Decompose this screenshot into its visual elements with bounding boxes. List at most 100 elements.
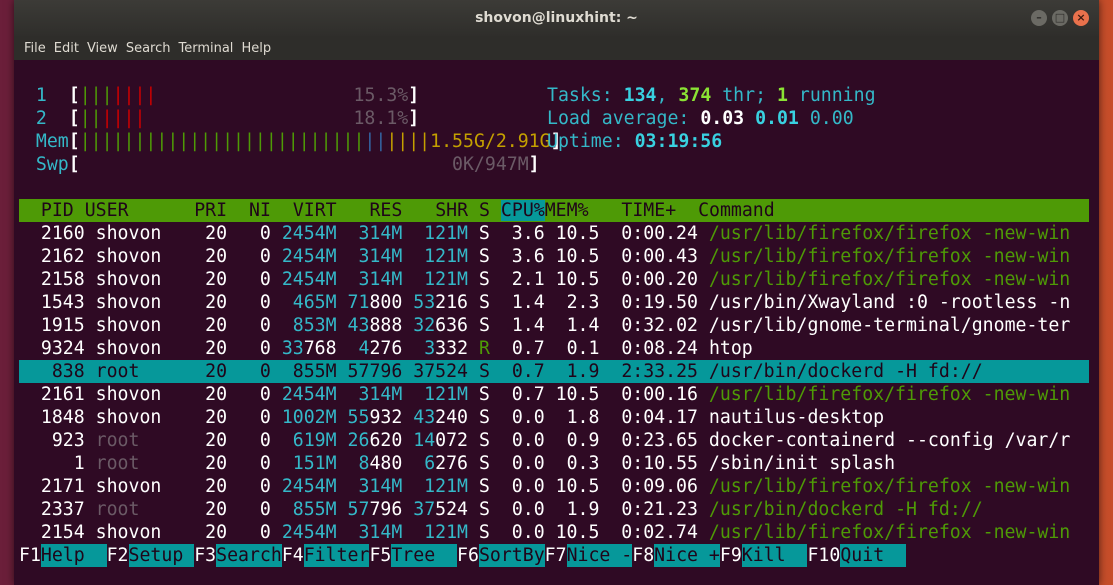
col-virt[interactable]: VIRT <box>293 200 337 221</box>
col-user[interactable]: USER <box>85 200 129 221</box>
cell-mem: 1.4 <box>544 315 600 336</box>
cell-shr: 121M <box>402 223 468 244</box>
cell-state: S <box>468 407 490 428</box>
cell-time: 0:08.24 <box>599 338 698 359</box>
fkey-f6[interactable]: F6 <box>457 544 479 567</box>
table-row[interactable]: 2171 shovon 20 0 2454M 314M 121M S 0.0 1… <box>19 475 1089 498</box>
fkey-label-f10[interactable]: Quit <box>840 544 907 567</box>
menu-bar: File Edit View Search Terminal Help <box>14 36 1099 60</box>
cell-pid: 838 <box>19 361 85 382</box>
cell-state: S <box>467 384 490 405</box>
cell-state: S <box>468 361 490 382</box>
cpu1-bars-user: ||| <box>79 85 113 106</box>
fkey-f9[interactable]: F9 <box>720 544 742 567</box>
cell-cpu: 0.0 <box>489 476 545 497</box>
cell-state: S <box>467 476 490 497</box>
table-row[interactable]: 2162 shovon 20 0 2454M 314M 121M S 3.6 1… <box>19 245 1089 268</box>
cell-shr-k: 37 <box>402 361 436 382</box>
cell-res-k: 57 <box>336 499 370 520</box>
cell-mem: 0.9 <box>544 430 600 451</box>
col-state[interactable]: S <box>479 200 490 221</box>
table-row[interactable]: 9324 shovon 20 0 33768 4276 3332 R 0.7 0… <box>19 337 1089 360</box>
cell-shr-k: 6 <box>402 453 436 474</box>
cell-cpu: 0.0 <box>489 522 545 543</box>
fkey-f5[interactable]: F5 <box>369 544 391 567</box>
cell-user: shovon <box>84 315 195 336</box>
fkey-label-f3[interactable]: Search <box>216 544 282 567</box>
menu-file[interactable]: File <box>24 41 54 56</box>
col-command[interactable]: Command <box>698 200 775 221</box>
maximize-icon[interactable]: □ <box>1052 10 1068 26</box>
cell-state: R <box>468 338 490 359</box>
menu-search[interactable]: Search <box>126 41 179 56</box>
tasks-count: 134 <box>623 85 657 106</box>
fkey-f10[interactable]: F10 <box>807 544 840 567</box>
table-row[interactable]: 2161 shovon 20 0 2454M 314M 121M S 0.7 1… <box>19 383 1089 406</box>
fkey-label-f4[interactable]: Filter <box>303 544 370 567</box>
terminal-area[interactable]: 1 [||||||| 15.3%] 2 [|||||| 18.1%] Mem[|… <box>14 60 1099 585</box>
table-row[interactable]: 1 root 20 0 151M 8480 6276 S 0.0 0.3 0:1… <box>19 452 1089 475</box>
cell-shr-k: 37 <box>402 499 436 520</box>
col-mem[interactable]: MEM% <box>545 200 589 221</box>
fkey-f4[interactable]: F4 <box>282 544 304 567</box>
fkey-label-f9[interactable]: Kill <box>741 544 808 567</box>
table-row[interactable]: 1915 shovon 20 0 853M 43888 32636 S 1.4 … <box>19 314 1089 337</box>
cell-virt: 465M <box>270 292 337 313</box>
col-ni[interactable]: NI <box>249 200 271 221</box>
fkey-label-f6[interactable]: SortBy <box>478 544 545 567</box>
table-row[interactable]: 2154 shovon 20 0 2454M 314M 121M S 0.0 1… <box>19 521 1089 544</box>
col-res[interactable]: RES <box>369 200 402 221</box>
cell-ni: 0 <box>227 499 271 520</box>
cell-res: 314M <box>336 246 403 267</box>
cell-ni: 0 <box>227 223 271 244</box>
cell-pid: 9324 <box>19 338 85 359</box>
cpu2-percent: 18.1% <box>353 108 409 129</box>
cell-command: /usr/lib/firefox/firefox -new-win <box>697 384 1071 405</box>
menu-terminal[interactable]: Terminal <box>178 41 241 56</box>
close-icon[interactable]: × <box>1073 10 1089 26</box>
fkey-f1[interactable]: F1 <box>19 544 41 567</box>
cell-mem: 10.5 <box>544 246 600 267</box>
load-5min: 0.01 <box>755 108 799 129</box>
fkey-label-f1[interactable]: Help <box>40 544 107 567</box>
fkey-f7[interactable]: F7 <box>545 544 567 567</box>
cell-shr: 121M <box>402 246 468 267</box>
col-pri[interactable]: PRI <box>194 200 227 221</box>
cell-virt: 855M <box>270 361 337 382</box>
fkey-f3[interactable]: F3 <box>194 544 216 567</box>
col-time[interactable]: TIME+ <box>621 200 676 221</box>
fkey-label-f2[interactable]: Setup <box>128 544 195 567</box>
uptime-label: Uptime: <box>547 131 635 152</box>
cell-pri: 20 <box>194 522 228 543</box>
menu-edit[interactable]: Edit <box>54 41 87 56</box>
cell-pid: 923 <box>19 430 85 451</box>
table-row[interactable]: 2160 shovon 20 0 2454M 314M 121M S 3.6 1… <box>19 222 1089 245</box>
table-row[interactable]: 1543 shovon 20 0 465M 71800 53216 S 1.4 … <box>19 291 1089 314</box>
cell-res-k: 71 <box>336 292 370 313</box>
cell-shr-k: 14 <box>402 430 436 451</box>
table-row[interactable]: 1848 shovon 20 0 1002M 55932 43240 S 0.0… <box>19 406 1089 429</box>
table-row[interactable]: 2158 shovon 20 0 2454M 314M 121M S 2.1 1… <box>19 268 1089 291</box>
cell-pri: 20 <box>194 384 228 405</box>
col-pid[interactable]: PID <box>41 200 74 221</box>
fkey-label-f8[interactable]: Nice + <box>654 544 720 567</box>
menu-help[interactable]: Help <box>241 41 279 56</box>
cell-command: /sbin/init splash <box>697 453 896 474</box>
col-shr[interactable]: SHR <box>435 200 468 221</box>
fkey-f2[interactable]: F2 <box>107 544 129 567</box>
fkey-label-f5[interactable]: Tree <box>391 544 458 567</box>
table-row[interactable]: 838 root 20 0 855M 57796 37524 S 0.7 1.9… <box>19 360 1089 383</box>
title-bar[interactable]: shovon@linuxhint: ~ – □ × <box>14 0 1099 36</box>
fkey-f8[interactable]: F8 <box>632 544 654 567</box>
mem-bars-cache: |||| <box>386 131 431 152</box>
cell-user: shovon <box>84 522 195 543</box>
menu-view[interactable]: View <box>87 41 126 56</box>
fkey-label-f7[interactable]: Nice - <box>566 544 633 567</box>
col-cpu[interactable]: CPU% <box>500 200 545 221</box>
cell-time: 0:00.43 <box>599 246 698 267</box>
cell-pid: 1915 <box>19 315 85 336</box>
threads-label: thr; <box>711 85 777 106</box>
table-row[interactable]: 923 root 20 0 619M 26620 14072 S 0.0 0.9… <box>19 429 1089 452</box>
table-row[interactable]: 2337 root 20 0 855M 57796 37524 S 0.0 1.… <box>19 498 1089 521</box>
minimize-icon[interactable]: – <box>1031 10 1047 26</box>
